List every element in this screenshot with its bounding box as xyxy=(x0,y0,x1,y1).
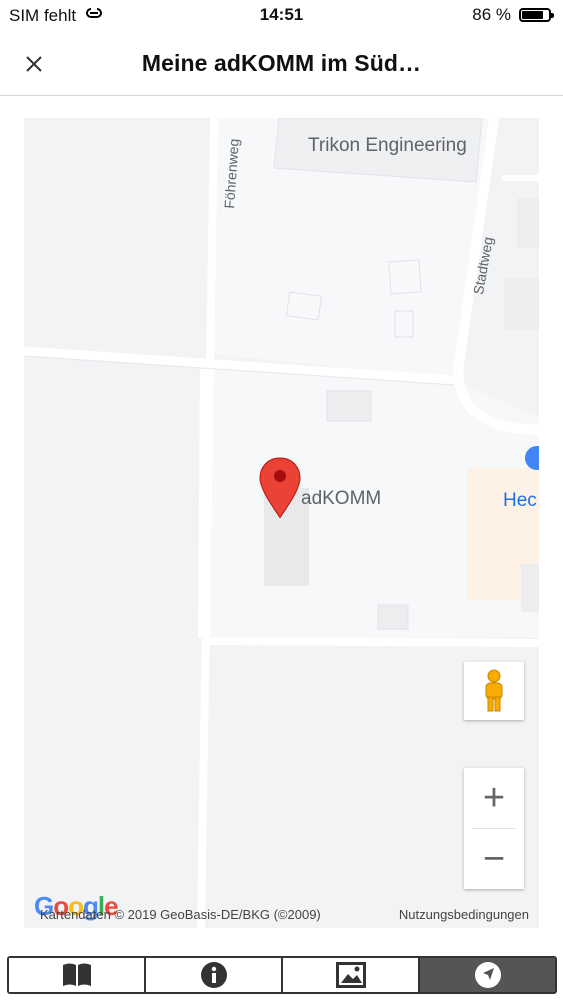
status-bar: SIM fehlt 14:51 86 % xyxy=(0,0,563,34)
street-view-button[interactable] xyxy=(464,662,524,720)
place-label-adkomm[interactable]: adKOMM xyxy=(301,488,381,510)
zoom-in-button[interactable]: + xyxy=(464,768,524,828)
bottom-tab-bar xyxy=(7,956,557,994)
place-label-hec[interactable]: Hec xyxy=(503,490,537,512)
tab-navigation[interactable] xyxy=(420,958,555,992)
zoom-control: + − xyxy=(464,768,524,889)
tab-info[interactable] xyxy=(146,958,283,992)
zoom-out-button[interactable]: − xyxy=(464,829,524,889)
map-attribution: Kartendaten © 2019 GeoBasis-DE/BKG (©200… xyxy=(40,907,321,922)
place-label-trikon[interactable]: Trikon Engineering xyxy=(308,135,467,157)
page-title: Meine adKOMM im Süd… xyxy=(141,50,422,76)
battery-percent: 86 % xyxy=(472,5,511,24)
header: Meine adKOMM im Süd… xyxy=(0,34,563,96)
pegman-icon xyxy=(485,669,503,712)
image-icon xyxy=(335,962,366,988)
map-view[interactable]: Trikon Engineering adKOMM Hec Föhrenweg … xyxy=(24,118,539,928)
map-base xyxy=(24,118,539,928)
navigation-icon xyxy=(474,962,501,988)
tab-book[interactable] xyxy=(9,958,146,992)
status-right: 86 % xyxy=(472,5,554,25)
book-icon xyxy=(62,963,91,986)
tab-image[interactable] xyxy=(283,958,420,992)
info-icon xyxy=(200,962,227,988)
terms-link[interactable]: Nutzungsbedingungen xyxy=(399,907,529,922)
battery-icon xyxy=(519,8,554,22)
